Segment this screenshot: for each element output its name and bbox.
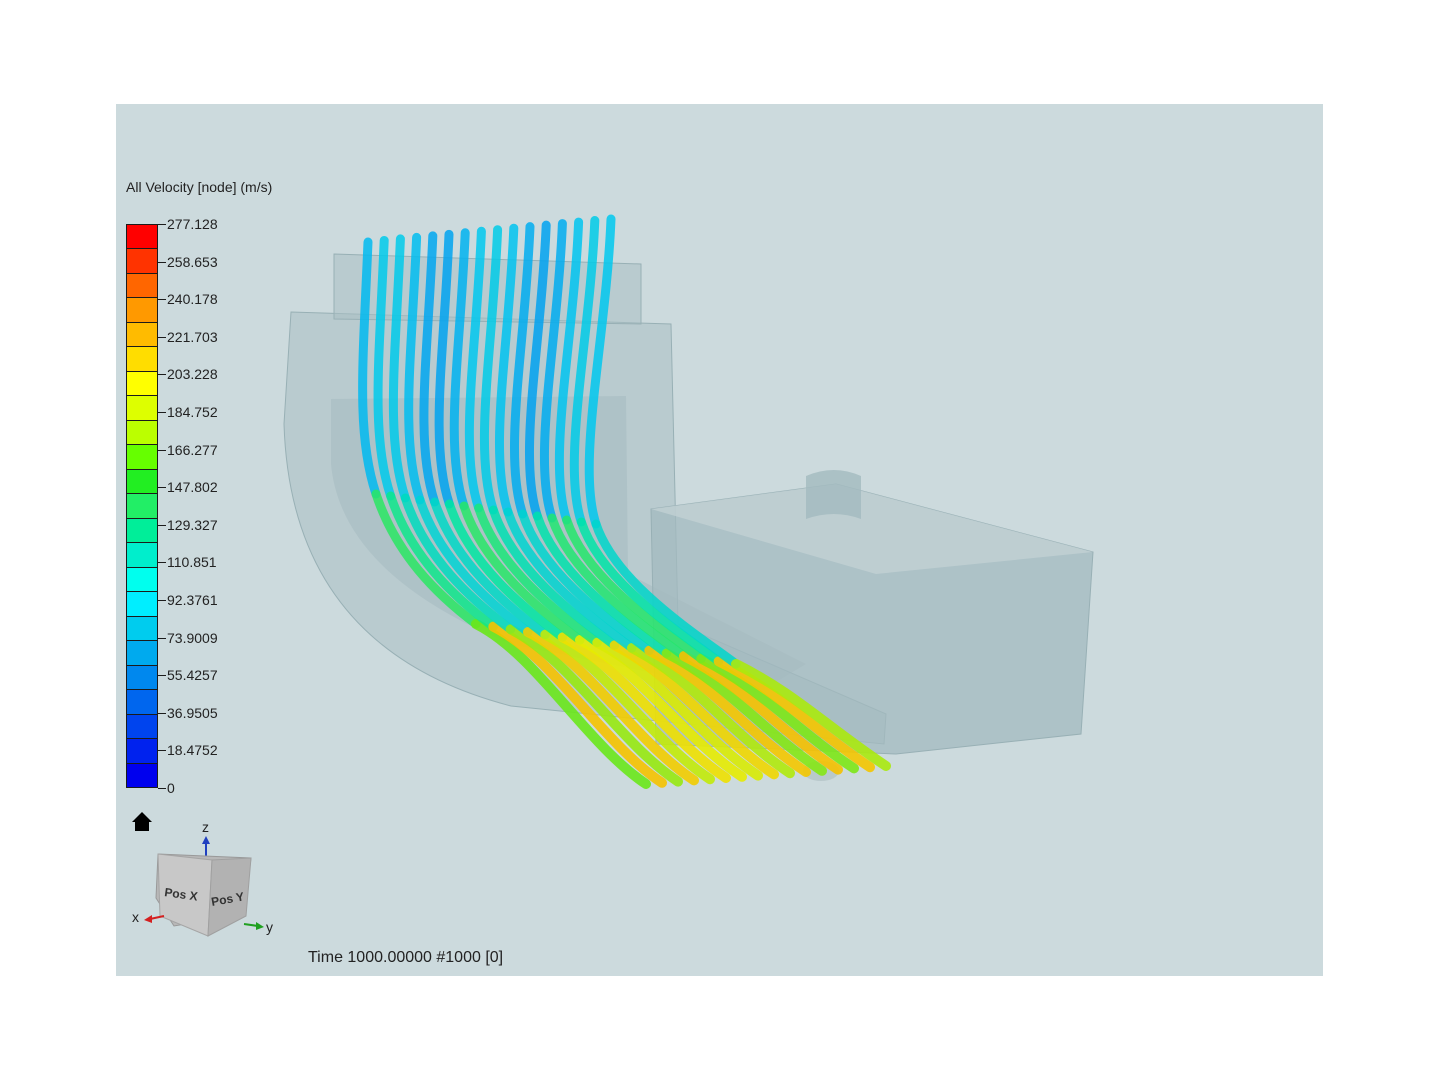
legend-title: All Velocity [node] (m/s) [126,179,273,195]
color-bar-tick [158,788,166,789]
3d-viewport[interactable]: All Velocity [node] (m/s) 277.128 258.653… [116,104,1323,976]
color-bar-tick-label: 221.703 [167,328,218,345]
color-bar-tick [158,675,166,677]
color-bar-tick [158,224,166,225]
color-bar-tick-label: 36.9505 [167,704,218,721]
color-bar-tick [158,336,166,338]
color-bar-segment [127,616,157,642]
color-bar-tick-label: 166.277 [167,441,218,458]
color-bar-segment [127,469,157,495]
color-bar-segment [127,396,157,421]
color-bar [126,224,158,788]
color-bar-segment [127,322,157,348]
orientation-cube[interactable]: z Pos X Pos Y x y [126,816,276,946]
color-bar-tick-label: 240.178 [167,291,218,308]
color-bar-segment [127,690,157,715]
color-bar-segment [127,494,157,519]
color-bar-tick [158,750,166,752]
color-bar-segment [127,714,157,740]
color-bar-tick-label: 203.228 [167,366,218,383]
color-bar-segment [127,543,157,568]
color-bar-tick-label: 92.3761 [167,592,218,608]
color-bar-segment [127,567,157,593]
color-bar-tick [158,487,166,489]
color-bar-segment [127,445,157,470]
color-bar-tick [158,412,166,413]
color-bar-tick-label: 258.653 [167,253,218,270]
color-bar-tick-label: 73.9009 [167,629,218,646]
color-bar-tick [158,524,166,526]
color-bar-segment [127,273,157,299]
axis-y-label: y [266,919,273,935]
flow-scene[interactable] [116,104,1323,976]
color-bar-tick-label: 110.851 [167,554,217,571]
color-bar-segment [127,347,157,372]
color-bar-tick [158,637,166,639]
color-bar-segment [127,763,157,788]
axis-x-label: x [132,909,139,925]
color-bar-tick-label: 277.128 [167,216,218,232]
color-bar-tick-label: 184.752 [167,404,218,420]
color-bar-segment [127,298,157,323]
color-bar-tick-label: 147.802 [167,479,218,496]
color-bar-segment [127,420,157,446]
color-bar-segment [127,641,157,666]
time-status: Time 1000.00000 #1000 [0] [308,949,504,966]
color-bar-tick [158,712,166,714]
color-bar-tick [158,261,166,263]
color-bar-tick [158,299,166,301]
color-bar-tick-label: 55.4257 [167,667,218,684]
axis-z-label: z [202,819,209,835]
color-bar-tick-label: 18.4752 [167,742,218,759]
color-bar-tick-label: 0 [167,780,175,796]
color-bar-segment [127,371,157,397]
color-bar-segment [127,249,157,274]
color-bar-segment [127,665,157,691]
color-bar-tick [158,600,166,601]
color-bar-segment [127,518,157,544]
color-bar-segment [127,225,157,250]
color-bar-tick [158,374,166,376]
outlet-port [806,470,861,519]
color-bar-tick [158,562,166,564]
color-bar-segment [127,739,157,764]
color-bar-tick-label: 129.327 [167,516,218,533]
color-bar-tick [158,449,166,451]
color-bar-segment [127,592,157,617]
